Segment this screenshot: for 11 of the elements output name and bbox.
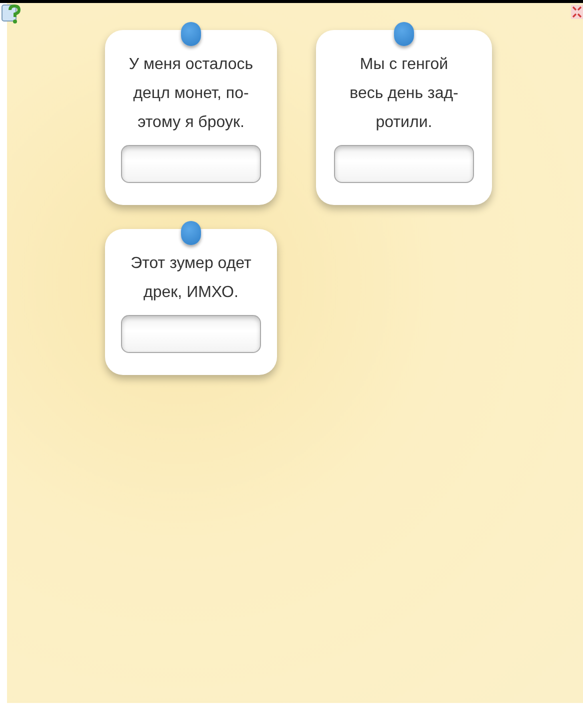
sentence-text: Этот зумер одет дрек, ИМХО.	[130, 254, 252, 303]
pin-icon	[181, 22, 201, 46]
fullscreen-icon[interactable]	[571, 5, 583, 19]
sentence-text: У меня осталось децл монет, по- этому я броук.	[128, 55, 254, 133]
pin-icon	[394, 22, 414, 46]
answer-field[interactable]	[121, 315, 261, 353]
answer-field[interactable]	[121, 145, 261, 183]
pin-icon	[181, 221, 201, 245]
help-icon[interactable]	[1, 3, 23, 25]
sentence-text: Мы с генгой весь день зад- ротили.	[350, 55, 458, 133]
answer-field[interactable]	[334, 145, 474, 183]
